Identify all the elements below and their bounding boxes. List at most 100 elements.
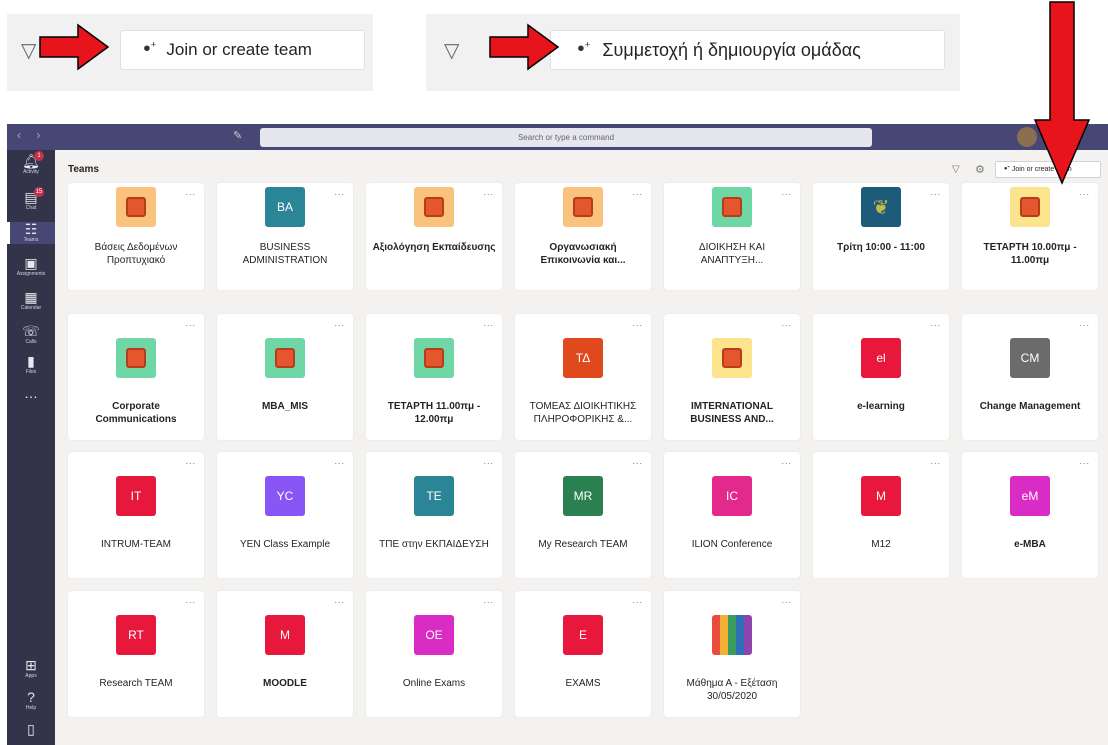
rail-item-assignments[interactable]: ▣ Assignments: [7, 256, 55, 278]
team-card[interactable]: ... Corporate Communications: [68, 314, 204, 440]
rail-item-label: Help: [25, 705, 37, 711]
more-options-icon[interactable]: ...: [1079, 187, 1090, 197]
annotation-arrow-right: [39, 23, 110, 71]
team-card[interactable]: ... MR My Research TEAM: [515, 452, 651, 578]
team-name: Μάθημα Α - Εξέταση 30/05/2020: [686, 678, 778, 702]
team-logo-icon: [424, 197, 444, 217]
back-forward-icon[interactable]: ‹ ›: [17, 128, 46, 142]
more-options-icon[interactable]: ...: [185, 187, 196, 197]
rail-item-label: Calendar: [20, 305, 42, 311]
search-input[interactable]: Search or type a command: [260, 128, 872, 147]
rail-item-help[interactable]: ? Help: [7, 690, 55, 712]
notification-badge: 15: [34, 187, 44, 197]
more-options-icon[interactable]: ...: [483, 456, 494, 466]
file-icon: ▮: [27, 353, 35, 369]
team-card[interactable]: ... IC ILION Conference: [664, 452, 800, 578]
more-options-icon[interactable]: ...: [185, 318, 196, 328]
team-card[interactable]: ... ΤΕΤΑΡΤΗ 10.00πμ - 11.00πμ: [962, 183, 1098, 290]
team-card[interactable]: ... IT INTRUM-TEAM: [68, 452, 204, 578]
more-options-icon[interactable]: ...: [632, 595, 643, 605]
more-options-icon[interactable]: ...: [781, 318, 792, 328]
team-card[interactable]: ... YC YEN Class Example: [217, 452, 353, 578]
more-options-icon[interactable]: ...: [334, 187, 345, 197]
apps-icon: ⊞: [25, 657, 37, 673]
more-options-icon[interactable]: ...: [632, 187, 643, 197]
more-options-icon[interactable]: ...: [930, 456, 941, 466]
team-name: Βάσεις Δεδομένων Προπτυχιακό: [94, 242, 178, 266]
team-avatar: [116, 338, 156, 378]
team-card[interactable]: ... OE Online Exams: [366, 591, 502, 717]
team-avatar: CM: [1010, 338, 1050, 378]
filter-icon[interactable]: ▽: [444, 38, 459, 63]
team-card[interactable]: ... MBA_MIS: [217, 314, 353, 440]
team-card[interactable]: ... M MOODLE: [217, 591, 353, 717]
team-avatar: RT: [116, 615, 156, 655]
team-logo-icon: [722, 348, 742, 368]
join-button-label: Join or create team: [166, 40, 312, 59]
team-card[interactable]: ... IMTERNATIONAL BUSINESS AND...: [664, 314, 800, 440]
rail-item-calendar[interactable]: ▦ Calendar: [7, 290, 55, 312]
gear-icon[interactable]: ⚙: [975, 163, 985, 176]
rail-item-apps[interactable]: ⊞ Apps: [7, 658, 55, 680]
team-card[interactable]: ... Αξιολόγηση Εκπαίδευσης: [366, 183, 502, 290]
team-name: My Research TEAM: [538, 539, 628, 550]
team-card[interactable]: ... ΤΕΤΑΡΤΗ 11.00πμ - 12.00πμ: [366, 314, 502, 440]
team-name: M12: [871, 539, 891, 550]
team-name: Οργανωσιακή Επικοινωνία και...: [540, 242, 626, 266]
team-logo-icon: [1020, 197, 1040, 217]
more-options-icon[interactable]: ...: [483, 595, 494, 605]
team-name: e-MBA: [1014, 539, 1046, 550]
calendar-icon: ▦: [24, 289, 38, 305]
team-avatar: TE: [414, 476, 454, 516]
more-options-icon[interactable]: ...: [334, 595, 345, 605]
more-options-icon[interactable]: ...: [930, 318, 941, 328]
team-card[interactable]: ... E EXAMS: [515, 591, 651, 717]
team-card[interactable]: ... RT Research TEAM: [68, 591, 204, 717]
filter-icon[interactable]: ▽: [21, 38, 36, 63]
team-name: BUSINESS ADMINISTRATION: [242, 242, 328, 266]
more-options-icon[interactable]: ...: [334, 456, 345, 466]
more-options-icon[interactable]: ...: [781, 187, 792, 197]
more-options-icon[interactable]: ...: [781, 456, 792, 466]
team-name: MBA_MIS: [261, 401, 309, 412]
team-card[interactable]: ... eM e-MBA: [962, 452, 1098, 578]
team-card[interactable]: ... el e-learning: [813, 314, 949, 440]
team-card[interactable]: ... TE ΤΠΕ στην ΕΚΠΑΙΔΕΥΣΗ: [366, 452, 502, 578]
rail-item-calls[interactable]: ☏ Calls: [7, 324, 55, 346]
rail-item-activity[interactable]: 🔔︎ Activity 1: [7, 151, 55, 176]
rail-item-teams[interactable]: ☷ Teams: [7, 222, 55, 244]
filter-icon[interactable]: ▽: [952, 164, 960, 175]
team-card[interactable]: ... ΤΔ ΤΟΜΕΑΣ ΔΙΟΙΚΗΤΙΚΗΣ ΠΛΗΡΟΦΟΡΙΚΗΣ &..…: [515, 314, 651, 440]
compose-icon[interactable]: ✎: [233, 129, 242, 142]
rail-item-files[interactable]: ▮ Files: [7, 354, 55, 376]
team-card[interactable]: ... Οργανωσιακή Επικοινωνία και...: [515, 183, 651, 290]
team-avatar: OE: [414, 615, 454, 655]
team-logo-icon: [126, 348, 146, 368]
join-or-create-team-button-greek[interactable]: ꔷ⁺ Συμμετοχή ή δημιουργία ομάδας: [550, 30, 945, 70]
more-options-icon[interactable]: ...: [1079, 456, 1090, 466]
more-options-icon[interactable]: ...: [632, 456, 643, 466]
more-options-icon[interactable]: ...: [483, 187, 494, 197]
rail-item-device[interactable]: ▯: [7, 722, 55, 737]
team-card[interactable]: ... Βάσεις Δεδομένων Προπτυχιακό: [68, 183, 204, 290]
team-logo-icon: [424, 348, 444, 368]
more-options-icon[interactable]: ...: [185, 595, 196, 605]
rail-item-chat[interactable]: ▤ Chat 15: [7, 187, 55, 212]
more-options-icon[interactable]: ...: [1079, 318, 1090, 328]
more-options-icon[interactable]: ...: [334, 318, 345, 328]
team-card[interactable]: ... CM Change Management: [962, 314, 1098, 440]
team-name: MOODLE: [263, 678, 307, 689]
more-options-icon[interactable]: ...: [632, 318, 643, 328]
more-options-icon[interactable]: ...: [930, 187, 941, 197]
team-card[interactable]: ... ❦ Τρίτη 10:00 - 11:00: [813, 183, 949, 290]
team-card[interactable]: ... BA BUSINESS ADMINISTRATION: [217, 183, 353, 290]
rail-item-label: Assignments: [16, 271, 46, 277]
more-options-icon[interactable]: ...: [483, 318, 494, 328]
more-options-icon[interactable]: ...: [185, 456, 196, 466]
rail-item-more[interactable]: …: [7, 386, 55, 401]
team-card[interactable]: ... M M12: [813, 452, 949, 578]
join-or-create-team-button-large[interactable]: ꔷ⁺ Join or create team: [120, 30, 365, 70]
team-card[interactable]: ... ΔΙΟΙΚΗΣΗ ΚΑΙ ΑΝΑΠΤΥΞΗ...: [664, 183, 800, 290]
team-card[interactable]: ... Μάθημα Α - Εξέταση 30/05/2020: [664, 591, 800, 717]
more-options-icon[interactable]: ...: [781, 595, 792, 605]
